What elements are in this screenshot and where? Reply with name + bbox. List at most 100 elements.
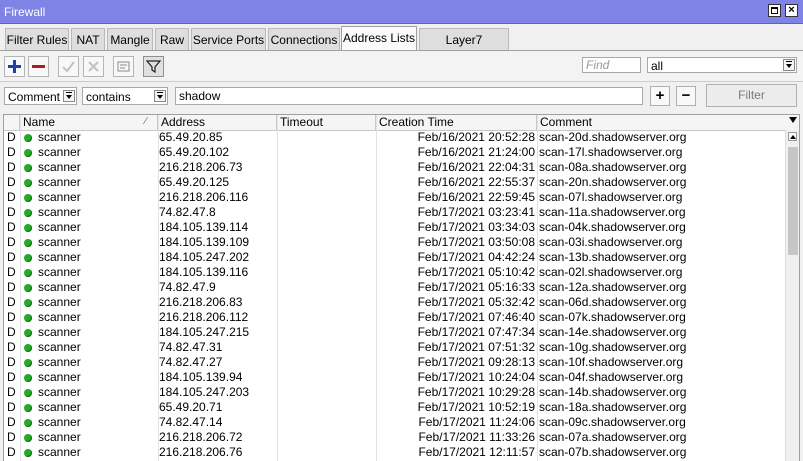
row-name: scanner — [38, 385, 81, 399]
chevron-down-icon[interactable] — [783, 59, 795, 71]
table-row[interactable]: Dscanner 65.49.20.85 Feb/16/2021 20:52:28 s… — [4, 130, 784, 145]
row-flag: D — [7, 250, 16, 264]
toolbar: all — [0, 51, 803, 82]
tab-mangle[interactable]: Mangle — [107, 28, 153, 50]
find-input[interactable] — [582, 57, 641, 73]
scrollbar-thumb[interactable] — [788, 147, 798, 255]
row-comment: scan-13b.shadowserver.org — [539, 250, 687, 264]
table-row[interactable]: Dscanner 184.105.247.203 Feb/17/2021 10:29… — [4, 385, 784, 400]
column-header-timeout[interactable]: Timeout — [277, 115, 376, 130]
add-button[interactable] — [4, 56, 25, 77]
row-creation-time: Feb/17/2021 07:51:32 — [417, 340, 535, 354]
row-comment: scan-07k.shadowserver.org — [539, 310, 686, 324]
table-row[interactable]: Dscanner 184.105.139.94 Feb/17/2021 10:24:… — [4, 370, 784, 385]
tab-connections[interactable]: Connections — [268, 28, 340, 50]
filter-operator-select[interactable]: contains — [82, 87, 168, 105]
table-row[interactable]: Dscanner 216.218.206.76 Feb/17/2021 12:11:… — [4, 445, 784, 460]
column-header-flag[interactable] — [4, 115, 20, 130]
row-creation-time: Feb/17/2021 05:10:42 — [417, 265, 535, 279]
status-dot-icon — [24, 209, 32, 217]
add-filter-button[interactable]: + — [650, 86, 670, 106]
chevron-down-icon[interactable] — [63, 90, 75, 102]
close-window-icon[interactable]: × — [785, 4, 798, 17]
remove-filter-button[interactable]: − — [676, 86, 696, 106]
table-row[interactable]: Dscanner 184.105.139.116 Feb/17/2021 05:10… — [4, 265, 784, 280]
row-creation-time: Feb/17/2021 03:23:41 — [417, 205, 535, 219]
row-comment: scan-02l.shadowserver.org — [539, 265, 683, 279]
disable-button[interactable] — [83, 56, 104, 77]
table-row[interactable]: Dscanner 184.105.247.202 Feb/17/2021 04:42… — [4, 250, 784, 265]
column-header-creation-time[interactable]: Creation Time — [376, 115, 537, 130]
address-list-table: Name ⁄ Address Timeout Creation Time Com… — [3, 114, 800, 461]
list-select-value: all — [651, 59, 664, 73]
row-comment: scan-06d.shadowserver.org — [539, 295, 687, 309]
row-name: scanner — [38, 295, 81, 309]
table-row[interactable]: Dscanner 74.82.47.27 Feb/17/2021 09:28:13 s… — [4, 355, 784, 370]
row-creation-time: Feb/17/2021 07:47:34 — [417, 325, 535, 339]
column-header-name[interactable]: Name — [20, 115, 158, 130]
table-row[interactable]: Dscanner 216.218.206.83 Feb/17/2021 05:32:… — [4, 295, 784, 310]
row-comment: scan-12a.shadowserver.org — [539, 280, 687, 294]
row-flag: D — [7, 355, 16, 369]
table-row[interactable]: Dscanner 65.49.20.125 Feb/16/2021 22:55:37… — [4, 175, 784, 190]
tab-filter-rules[interactable]: Filter Rules — [5, 28, 69, 50]
row-name: scanner — [38, 280, 81, 294]
column-chooser-arrow-icon[interactable] — [789, 117, 797, 123]
row-address: 184.105.247.215 — [159, 325, 250, 339]
table-row[interactable]: Dscanner 74.82.47.9 Feb/17/2021 05:16:33 sc… — [4, 280, 784, 295]
comment-button[interactable] — [113, 56, 134, 77]
row-address: 216.218.206.76 — [159, 445, 243, 459]
filter-field-select[interactable]: Comment — [4, 87, 77, 105]
column-header-address[interactable]: Address — [158, 115, 277, 130]
row-comment: scan-10f.shadowserver.org — [539, 355, 684, 369]
column-header-comment[interactable]: Comment — [537, 115, 799, 130]
row-flag: D — [7, 190, 16, 204]
list-select[interactable]: all — [647, 57, 797, 73]
status-dot-icon — [24, 164, 32, 172]
tab-raw[interactable]: Raw — [155, 28, 189, 50]
row-comment: scan-04f.shadowserver.org — [539, 370, 684, 384]
table-row[interactable]: Dscanner 74.82.47.14 Feb/17/2021 11:24:06 s… — [4, 415, 784, 430]
row-comment: scan-03i.shadowserver.org — [539, 235, 683, 249]
enable-button[interactable] — [58, 56, 79, 77]
remove-button[interactable] — [28, 56, 49, 77]
status-dot-icon — [24, 299, 32, 307]
sort-indicator-icon: ⁄ — [145, 116, 147, 127]
vertical-scrollbar[interactable] — [785, 130, 799, 461]
restore-window-icon[interactable] — [768, 4, 781, 17]
row-address: 65.49.20.71 — [159, 400, 223, 414]
row-creation-time: Feb/17/2021 03:50:08 — [417, 235, 535, 249]
status-dot-icon — [24, 134, 32, 142]
filter-value-input[interactable] — [175, 87, 643, 105]
row-creation-time: Feb/17/2021 09:28:13 — [417, 355, 535, 369]
table-row[interactable]: Dscanner 216.218.206.73 Feb/16/2021 22:04:… — [4, 160, 784, 175]
table-row[interactable]: Dscanner 74.82.47.31 Feb/17/2021 07:51:32 s… — [4, 340, 784, 355]
status-dot-icon — [24, 419, 32, 427]
row-name: scanner — [38, 265, 81, 279]
table-row[interactable]: Dscanner 65.49.20.102 Feb/16/2021 21:24:00… — [4, 145, 784, 160]
filter-toggle-button[interactable] — [143, 56, 164, 77]
table-row[interactable]: Dscanner 184.105.139.109 Feb/17/2021 03:50… — [4, 235, 784, 250]
row-address: 216.218.206.83 — [159, 295, 243, 309]
status-dot-icon — [24, 389, 32, 397]
chevron-down-icon[interactable] — [154, 90, 166, 102]
scroll-up-icon[interactable] — [788, 132, 797, 141]
status-dot-icon — [24, 404, 32, 412]
tab-service-ports[interactable]: Service Ports — [191, 28, 266, 50]
row-comment: scan-14e.shadowserver.org — [539, 325, 687, 339]
table-row[interactable]: Dscanner 184.105.139.114 Feb/17/2021 03:34… — [4, 220, 784, 235]
table-row[interactable]: Dscanner 216.218.206.116 Feb/16/2021 22:59… — [4, 190, 784, 205]
row-flag: D — [7, 325, 16, 339]
table-row[interactable]: Dscanner 184.105.247.215 Feb/17/2021 07:47… — [4, 325, 784, 340]
row-name: scanner — [38, 355, 81, 369]
tab-address-lists[interactable]: Address Lists — [341, 26, 417, 51]
tab-nat[interactable]: NAT — [71, 28, 105, 50]
tab-layer7-protocols[interactable]: Layer7 Protocols — [419, 28, 509, 69]
table-row[interactable]: Dscanner 74.82.47.8 Feb/17/2021 03:23:41 sc… — [4, 205, 784, 220]
row-name: scanner — [38, 250, 81, 264]
table-row[interactable]: Dscanner 216.218.206.72 Feb/17/2021 11:33:… — [4, 430, 784, 445]
row-flag: D — [7, 370, 16, 384]
table-row[interactable]: Dscanner 216.218.206.112 Feb/17/2021 07:46… — [4, 310, 784, 325]
apply-filter-button[interactable]: Filter — [706, 84, 797, 107]
table-row[interactable]: Dscanner 65.49.20.71 Feb/17/2021 10:52:19 s… — [4, 400, 784, 415]
